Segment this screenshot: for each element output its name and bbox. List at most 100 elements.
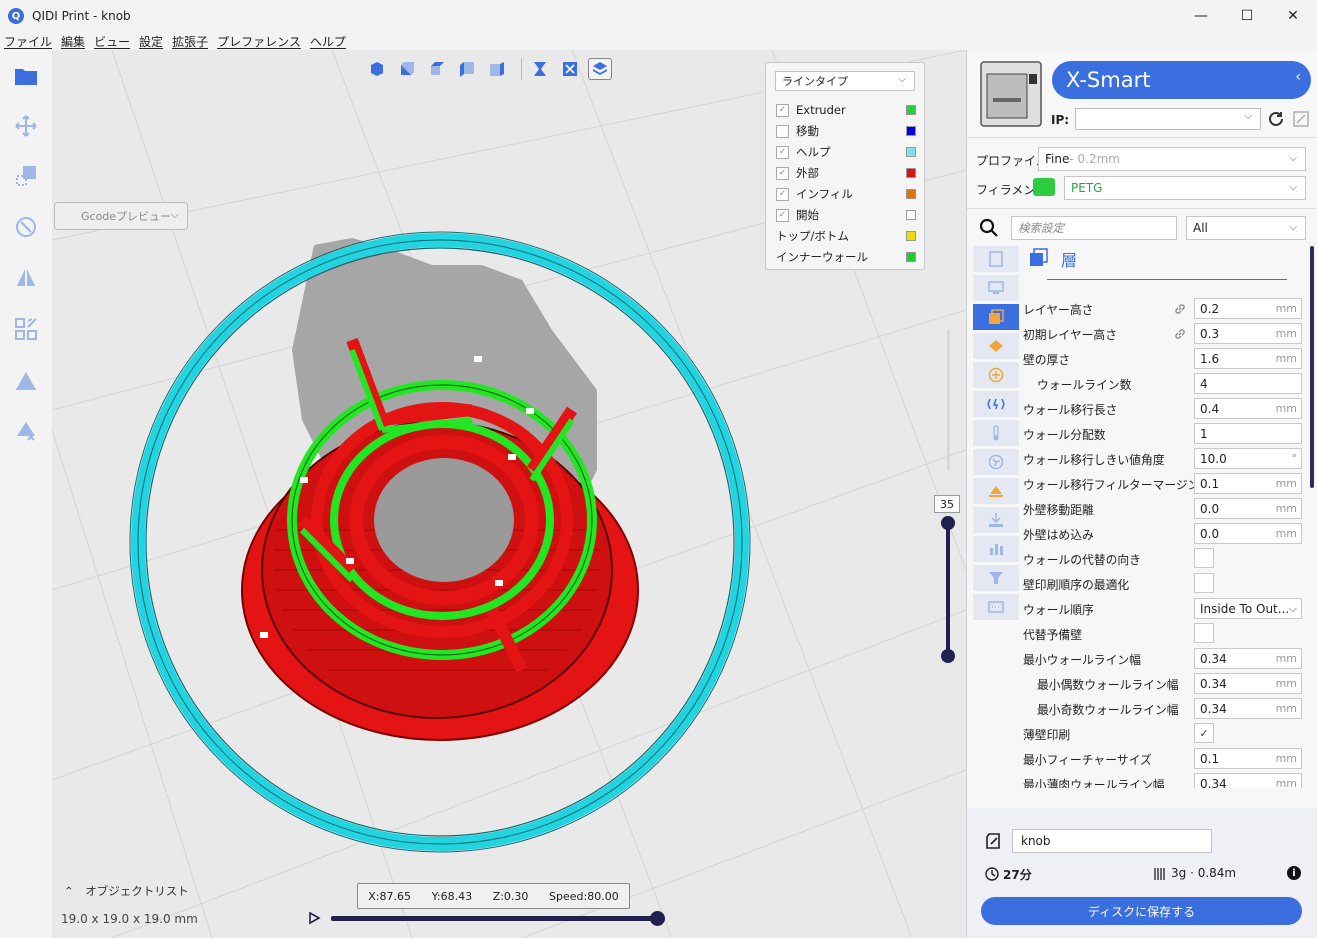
setting-value: 0.34 (1200, 701, 1227, 716)
setting-label: 最小偶数ウォールライン幅 (1037, 678, 1179, 692)
setting-checkbox[interactable] (1194, 548, 1214, 568)
setting-input[interactable]: 0.0 mm (1194, 523, 1302, 544)
left-toolbar (0, 50, 52, 938)
legend-item[interactable]: インナーウォール (776, 248, 916, 266)
setting-label: ウォール移行しきい値角度 (1023, 453, 1165, 467)
setting-input[interactable]: 0.34 mm (1194, 698, 1302, 719)
setting-input[interactable]: 0.34 mm (1194, 673, 1302, 694)
front-view-icon[interactable] (395, 58, 419, 80)
right-view-icon[interactable] (485, 58, 509, 80)
setting-value: 1 (1200, 426, 1208, 441)
legend-label: インフィル (796, 187, 853, 201)
edit-project-icon[interactable] (985, 832, 1003, 850)
legend-item[interactable]: ✓ 外部 (776, 164, 916, 182)
menu-edit[interactable]: 編集 (61, 33, 85, 50)
setting-input[interactable]: 0.1 mm (1194, 473, 1302, 494)
3d-view-icon[interactable] (365, 58, 389, 80)
setting-label: ウォール分配数 (1023, 428, 1106, 442)
menu-help[interactable]: ヘルプ (310, 33, 346, 50)
legend-checkbox[interactable]: ✓ (776, 208, 789, 222)
arrange-icon[interactable] (14, 317, 38, 341)
setting-input[interactable]: 10.0 ° (1194, 448, 1302, 469)
layer-slider[interactable]: 35 (934, 330, 961, 670)
app-logo-icon: Q (8, 8, 24, 24)
project-name-input[interactable]: knob (1012, 829, 1212, 853)
menu-extensions[interactable]: 拡張子 (172, 33, 208, 50)
legend-item[interactable]: ✓ インフィル (776, 185, 916, 203)
setting-label: 外壁はめ込み (1023, 528, 1094, 542)
legend-checkbox[interactable]: ✓ (776, 166, 789, 180)
setting-input[interactable]: 1 (1194, 423, 1302, 444)
setting-input[interactable]: 0.4 mm (1194, 398, 1302, 419)
line-type-select[interactable]: ラインタイプ ⌵ (775, 71, 915, 91)
setting-checkbox[interactable]: ✓ (1194, 723, 1214, 743)
legend-item[interactable]: ✓ Extruder (776, 101, 916, 119)
setting-value: 0.34 (1200, 651, 1227, 666)
scale-icon[interactable] (14, 164, 38, 188)
setting-row: 薄壁印刷 ✓ (1023, 723, 1307, 745)
simulation-progress (331, 916, 657, 921)
setting-input[interactable]: 1.6 mm (1194, 348, 1302, 369)
legend-label: Extruder (796, 103, 846, 117)
setting-checkbox[interactable] (1194, 623, 1214, 643)
settings-scrollbar[interactable] (1310, 246, 1314, 488)
compat-view-icon[interactable] (558, 58, 582, 80)
close-button[interactable]: ✕ (1270, 0, 1316, 32)
setting-row: 最小フィーチャーサイズ 0.1 mm (1023, 748, 1307, 770)
setting-checkbox[interactable] (1194, 573, 1214, 593)
setting-input[interactable]: 0.0 mm (1194, 498, 1302, 519)
mirror-icon[interactable] (14, 266, 38, 290)
open-folder-icon[interactable] (14, 64, 38, 88)
legend-item[interactable]: 移動 (776, 122, 916, 140)
setting-label: レイヤー高さ (1023, 303, 1094, 317)
legend-item[interactable]: トップ/ボトム (776, 227, 916, 245)
setting-input[interactable]: 4 (1194, 373, 1302, 394)
menu-file[interactable]: ファイル (4, 33, 52, 50)
setting-unit: mm (1275, 752, 1297, 765)
legend-checkbox[interactable]: ✓ (776, 145, 789, 159)
view-mode-select[interactable]: Gcodeプレビュー ⌵ (54, 202, 188, 230)
setting-input[interactable]: 0.3 mm (1194, 323, 1302, 344)
legend-checkbox[interactable]: ✓ (776, 187, 789, 201)
simulation-track[interactable] (331, 911, 665, 926)
rotate-icon[interactable] (14, 215, 38, 239)
link-icon[interactable] (1174, 328, 1186, 340)
link-icon[interactable] (1174, 303, 1186, 315)
x-ray-view-icon[interactable] (528, 58, 552, 80)
menu-settings[interactable]: 設定 (139, 33, 163, 50)
menu-view[interactable]: ビュー (94, 33, 130, 50)
view-toolbar (365, 57, 618, 81)
legend-checkbox[interactable]: ✓ (776, 103, 789, 117)
setting-input[interactable]: 0.34 mm (1194, 773, 1302, 788)
object-list-toggle[interactable]: ⌃ オブジェクトリスト (64, 883, 189, 899)
maximize-button[interactable]: ☐ (1224, 0, 1270, 32)
top-view-icon[interactable] (425, 58, 449, 80)
chevron-down-icon: ⌵ (1288, 602, 1297, 615)
layer-value-box[interactable]: 35 (934, 495, 960, 513)
setting-label: ウォールライン数 (1037, 378, 1132, 392)
legend-item[interactable]: ✓ 開始 (776, 206, 916, 224)
3d-viewport[interactable]: Gcodeプレビュー ⌵ ラインタイプ ⌵ ✓ Extruder 移動 ✓ ヘルプ ✓ 外部… (52, 50, 966, 938)
setting-input[interactable]: 0.2 mm (1194, 298, 1302, 319)
left-view-icon[interactable] (455, 58, 479, 80)
minimize-button[interactable]: — (1178, 0, 1224, 32)
support-icon[interactable] (14, 368, 38, 392)
layer-view-icon[interactable] (588, 58, 612, 80)
setting-value: 1.6 (1200, 351, 1220, 366)
save-to-disk-button[interactable]: ディスクに保存する (981, 897, 1302, 925)
info-icon[interactable]: i (1287, 866, 1301, 880)
layer-slider-bottom-handle[interactable] (941, 649, 955, 663)
menu-preferences[interactable]: プレファレンス (217, 33, 301, 50)
setting-input[interactable]: 0.1 mm (1194, 748, 1302, 769)
play-icon[interactable] (307, 911, 323, 927)
simulation-handle[interactable] (650, 911, 665, 926)
move-icon[interactable] (14, 114, 38, 138)
setting-row: レイヤー高さ 0.2 mm (1023, 298, 1307, 320)
filament-spool-icon (1153, 867, 1167, 881)
setting-value: 0.34 (1200, 776, 1227, 789)
legend-checkbox[interactable] (776, 124, 789, 138)
setting-input[interactable]: 0.34 mm (1194, 648, 1302, 669)
setting-select[interactable]: Inside To Out... ⌵ (1194, 598, 1302, 619)
legend-item[interactable]: ✓ ヘルプ (776, 143, 916, 161)
support-blocker-icon[interactable] (14, 418, 38, 442)
